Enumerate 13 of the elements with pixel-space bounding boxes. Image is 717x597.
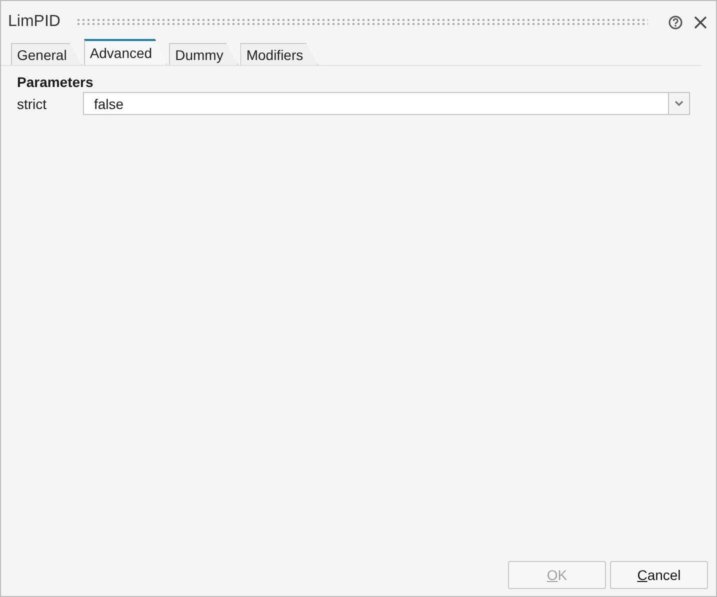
tab[interactable]: Modifiers [240,43,318,65]
section-title: Parameters [16,73,94,92]
chevron-down-icon [674,100,684,107]
field-label: strict [17,96,48,112]
close-icon[interactable] [693,14,708,30]
window-title: LimPID [8,13,60,31]
tab[interactable]: Advanced [84,39,168,65]
drag-handle[interactable] [76,18,648,26]
tab[interactable]: General [11,43,82,65]
tab[interactable]: Dummy [169,43,238,65]
dropdown-field[interactable]: false [83,92,690,115]
help-icon[interactable] [668,14,683,30]
dialog-button[interactable]: Cancel [610,561,708,589]
